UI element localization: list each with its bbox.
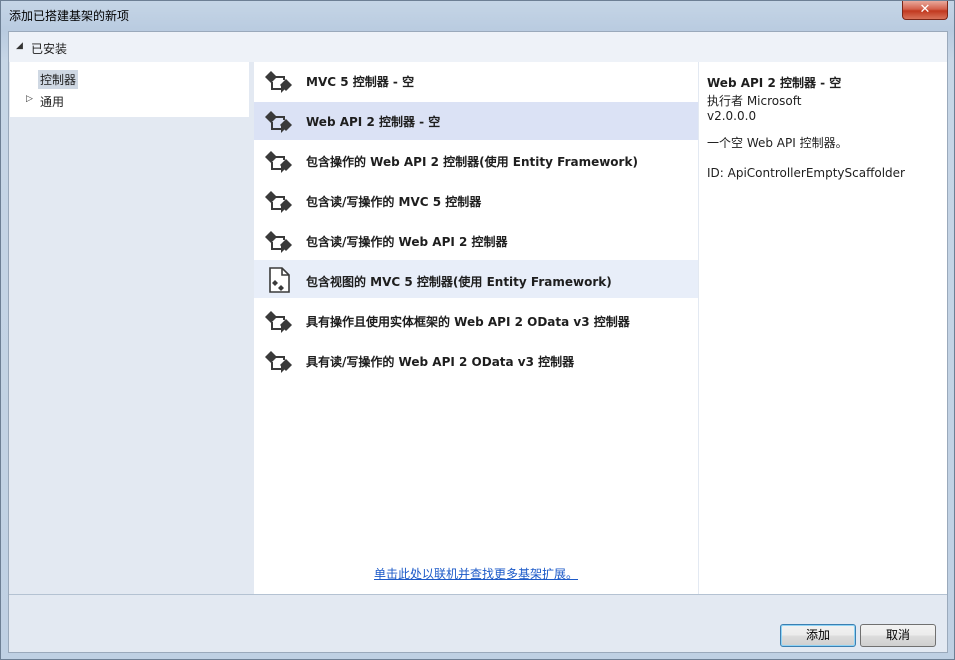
template-label: 具有操作且使用实体框架的 Web API 2 OData v3 控制器 (306, 315, 630, 329)
footer-divider (9, 594, 947, 595)
collapse-arrow-icon[interactable]: ◢ (16, 41, 23, 51)
list-item[interactable]: 包含操作的 Web API 2 控制器(使用 Entity Framework) (254, 142, 698, 180)
template-label: 包含操作的 Web API 2 控制器(使用 Entity Framework) (306, 155, 638, 169)
template-label: 具有读/写操作的 Web API 2 OData v3 控制器 (306, 355, 575, 369)
dialog-client: ◢ 已安装 控制器 ▷ 通用 MVC 5 控制器 - 空 Web API 2 控… (8, 31, 948, 653)
detail-author: 执行者 Microsoft (707, 94, 802, 108)
list-item[interactable]: 包含视图的 MVC 5 控制器(使用 Entity Framework) (254, 260, 698, 298)
controller-icon (264, 188, 294, 216)
detail-version: v2.0.0.0 (707, 109, 757, 123)
list-item[interactable]: 具有读/写操作的 Web API 2 OData v3 控制器 (254, 342, 698, 380)
controller-icon (264, 148, 294, 176)
template-label: 包含读/写操作的 MVC 5 控制器 (306, 195, 482, 209)
add-button[interactable]: 添加 (780, 624, 856, 647)
template-label: 包含读/写操作的 Web API 2 控制器 (306, 235, 508, 249)
title-bar[interactable]: 添加已搭建基架的新项 ✕ (1, 1, 954, 31)
category-tree: 控制器 ▷ 通用 (10, 62, 249, 117)
online-extensions-link[interactable]: 单击此处以联机并查找更多基架扩展。 (374, 565, 578, 582)
controller-icon (264, 228, 294, 256)
expand-arrow-icon[interactable]: ▷ (26, 94, 33, 104)
list-item[interactable]: 具有操作且使用实体框架的 Web API 2 OData v3 控制器 (254, 302, 698, 340)
controller-icon (264, 68, 294, 96)
template-label: Web API 2 控制器 - 空 (306, 115, 441, 129)
installed-label: 已安装 (31, 42, 68, 56)
window-title: 添加已搭建基架的新项 (9, 9, 130, 23)
detail-id: ID: ApiControllerEmptyScaffolder (707, 166, 905, 180)
controller-icon (264, 108, 294, 136)
view-file-icon (264, 266, 294, 294)
list-item[interactable]: 包含读/写操作的 Web API 2 控制器 (254, 222, 698, 260)
detail-name: Web API 2 控制器 - 空 (707, 76, 842, 90)
controller-icon (264, 308, 294, 336)
close-button[interactable]: ✕ (902, 1, 948, 20)
template-list: MVC 5 控制器 - 空 Web API 2 控制器 - 空 包含操作的 We… (254, 62, 698, 594)
detail-description: 一个空 Web API 控制器。 (707, 136, 848, 150)
template-label: MVC 5 控制器 - 空 (306, 75, 415, 89)
tree-item-controller[interactable]: 控制器 (38, 70, 79, 89)
controller-icon (264, 348, 294, 376)
cancel-button[interactable]: 取消 (860, 624, 936, 647)
list-item[interactable]: 包含读/写操作的 MVC 5 控制器 (254, 182, 698, 220)
tree-item-general[interactable]: 通用 (40, 93, 64, 110)
list-item[interactable]: Web API 2 控制器 - 空 (254, 102, 698, 140)
installed-header[interactable]: ◢ 已安装 (9, 32, 947, 62)
details-pane: Web API 2 控制器 - 空 执行者 Microsoft v2.0.0.0… (699, 62, 947, 594)
dialog-window: 添加已搭建基架的新项 ✕ ◢ 已安装 控制器 ▷ 通用 MVC 5 控制器 - … (0, 0, 955, 660)
list-item[interactable]: MVC 5 控制器 - 空 (254, 62, 698, 100)
template-label: 包含视图的 MVC 5 控制器(使用 Entity Framework) (306, 275, 612, 289)
